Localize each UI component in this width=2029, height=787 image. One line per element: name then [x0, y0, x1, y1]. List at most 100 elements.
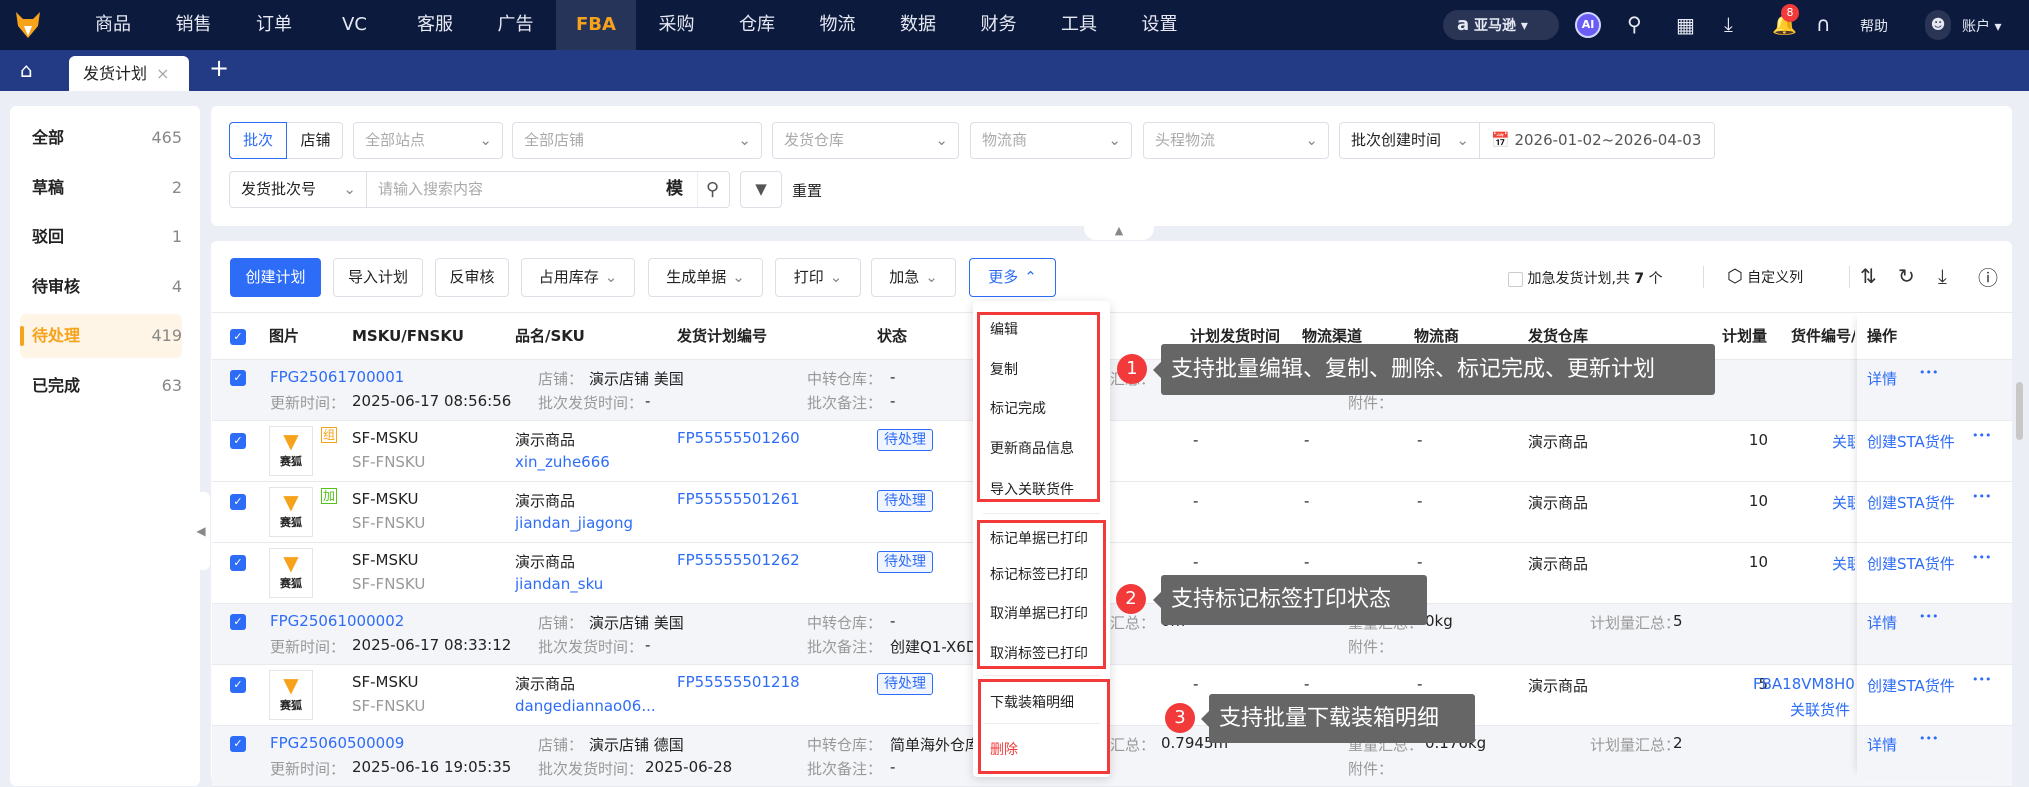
account-menu[interactable]: 账户 ▾: [1962, 16, 2001, 36]
sidebar-item[interactable]: 待审核 4: [20, 265, 182, 309]
nav-item[interactable]: 设置: [1120, 0, 1200, 50]
toolbar-button[interactable]: 打印 ⌄: [775, 258, 861, 297]
headset-icon[interactable]: ∩: [1816, 12, 1831, 36]
export-icon[interactable]: ⤓: [1938, 264, 1947, 288]
search-icon[interactable]: ⚲: [1627, 12, 1642, 36]
collapse-sidebar-handle[interactable]: ◀: [192, 492, 210, 570]
product-name: 演示商品: [515, 431, 576, 449]
toolbar-button[interactable]: 生成单据 ⌄: [648, 258, 763, 297]
nav-item[interactable]: 数据: [878, 0, 958, 50]
tab-bar: ⌂ 发货计划 × +: [0, 50, 2029, 91]
link-shipment[interactable]: 关联货件: [1790, 699, 1855, 720]
link-shipment[interactable]: 关联货件: [1832, 492, 1855, 513]
site-select[interactable]: 全部站点 ⌄: [353, 122, 503, 159]
urgent-filter[interactable]: 加急发货计划,共 7 个: [1508, 268, 1663, 288]
toolbar-button[interactable]: 导入计划: [333, 258, 423, 297]
nav-item[interactable]: FBA: [556, 0, 636, 50]
logo-icon[interactable]: [14, 10, 42, 40]
status-tag: 待处理: [877, 490, 933, 512]
nav-item[interactable]: 仓库: [717, 0, 797, 50]
sticky-actions-shadow: [1857, 313, 2012, 777]
nav-item[interactable]: 财务: [959, 0, 1039, 50]
plan-number-link[interactable]: FP55555501260: [677, 429, 800, 447]
toolbar-button[interactable]: 加急 ⌄: [871, 258, 956, 297]
avatar[interactable]: ☻: [1925, 10, 1951, 40]
nav-item[interactable]: 物流: [798, 0, 878, 50]
add-tab-button[interactable]: +: [209, 54, 229, 82]
help-link[interactable]: 帮助: [1860, 16, 1888, 36]
nav-item[interactable]: 客服: [395, 0, 475, 50]
collapse-filter-toggle[interactable]: ▲: [1084, 222, 1154, 240]
home-icon[interactable]: ⌂: [20, 58, 33, 82]
toolbar-button[interactable]: 占用库存 ⌄: [521, 258, 635, 297]
batch-id-link[interactable]: FPG25060500009: [270, 734, 404, 752]
nav-item[interactable]: 工具: [1039, 0, 1119, 50]
sku-link[interactable]: jiandan_jiagong: [515, 514, 633, 532]
search-field-select[interactable]: 发货批次号 ⌄: [229, 171, 367, 208]
sku-link[interactable]: jiandan_sku: [515, 575, 603, 593]
warehouse-select[interactable]: 发货仓库 ⌄: [772, 122, 959, 159]
toolbar-button[interactable]: 创建计划: [230, 258, 321, 297]
toolbar-button[interactable]: 反审核: [435, 258, 509, 297]
row-checkbox[interactable]: ✓: [230, 614, 246, 630]
sidebar-item[interactable]: 全部 465: [20, 116, 182, 160]
row-checkbox[interactable]: ✓: [230, 555, 246, 571]
batch-id-link[interactable]: FPG25061700001: [270, 368, 404, 386]
download-icon[interactable]: ⤓: [1724, 12, 1733, 36]
segment-shop[interactable]: 店铺: [288, 123, 343, 158]
custom-columns-button[interactable]: ⬡ 自定义列: [1727, 266, 1803, 287]
plan-number-link[interactable]: FP55555501262: [677, 551, 800, 569]
tab-shipping-plan[interactable]: 发货计划 ×: [69, 56, 189, 91]
nav-item[interactable]: 订单: [234, 0, 314, 50]
fuzzy-toggle[interactable]: 模: [666, 172, 683, 207]
sidebar-item[interactable]: 草稿 2: [20, 166, 182, 210]
link-shipment[interactable]: 关联货件: [1832, 553, 1855, 574]
segment-batch[interactable]: 批次: [229, 122, 287, 159]
toolbar-button[interactable]: 更多 ⌃: [969, 258, 1056, 297]
nav-item[interactable]: VC: [315, 0, 395, 50]
sidebar-item[interactable]: 已完成 63: [20, 364, 182, 408]
sku-link[interactable]: xin_zuhe666: [515, 453, 610, 471]
row-checkbox[interactable]: ✓: [230, 433, 246, 449]
carrier-value: -: [1417, 431, 1423, 449]
row-checkbox[interactable]: ✓: [230, 494, 246, 510]
date-type-select[interactable]: 批次创建时间 ⌄: [1339, 122, 1480, 159]
nav-item[interactable]: 商品: [73, 0, 153, 50]
plan-number-link[interactable]: FP55555501261: [677, 490, 800, 508]
row-checkbox[interactable]: ✓: [230, 736, 246, 752]
apps-grid-icon[interactable]: ▦: [1676, 13, 1695, 37]
plan-number-link[interactable]: FP55555501218: [677, 673, 800, 691]
platform-switch[interactable]: a 亚马逊 ▾: [1443, 10, 1559, 40]
sku-link[interactable]: dangediannao06...: [515, 697, 656, 715]
batch-id-link[interactable]: FPG25061000002: [270, 612, 404, 630]
date-range-input[interactable]: 📅 2026-01-02~2026-04-03: [1479, 122, 1715, 159]
reset-button[interactable]: 重置: [792, 180, 822, 201]
sidebar-item[interactable]: 驳回 1: [20, 215, 182, 259]
row-checkbox[interactable]: ✓: [230, 370, 246, 386]
row-checkbox[interactable]: ✓: [230, 677, 246, 693]
close-icon[interactable]: ×: [156, 64, 169, 83]
help-circle-icon[interactable]: ⓘ: [1978, 262, 1998, 291]
shipment-id-link[interactable]: FBA18VM8H0: [1753, 675, 1855, 693]
nav-item[interactable]: 广告: [476, 0, 556, 50]
urgent-checkbox[interactable]: [1508, 271, 1523, 287]
refresh-icon[interactable]: ↻: [1898, 264, 1915, 288]
ai-button[interactable]: AI: [1575, 12, 1601, 38]
row-density-icon[interactable]: ⇅: [1860, 264, 1877, 288]
sidebar-item-count: 63: [161, 375, 182, 395]
advanced-filter-button[interactable]: ▼: [740, 171, 782, 208]
nav-item[interactable]: 采购: [637, 0, 717, 50]
search-icon[interactable]: ⚲: [696, 172, 719, 207]
first-leg-select[interactable]: 头程物流 ⌄: [1143, 122, 1329, 159]
sidebar-item[interactable]: 待处理 419: [20, 314, 182, 358]
product-thumbnail: ▼ 赛狐: [269, 426, 313, 476]
carrier-select[interactable]: 物流商 ⌄: [970, 122, 1132, 159]
nav-item[interactable]: 销售: [154, 0, 234, 50]
search-input[interactable]: 请输入搜索内容 模 ⚲: [366, 171, 730, 208]
link-shipment[interactable]: 关联货件: [1832, 431, 1855, 452]
button-label: 创建计划: [245, 268, 306, 286]
fnsku-value: SF-FNSKU: [352, 514, 426, 532]
vertical-scrollbar[interactable]: [2016, 382, 2023, 440]
shop-select[interactable]: 全部店铺 ⌄: [512, 122, 762, 159]
select-all-checkbox[interactable]: ✓: [230, 329, 246, 345]
